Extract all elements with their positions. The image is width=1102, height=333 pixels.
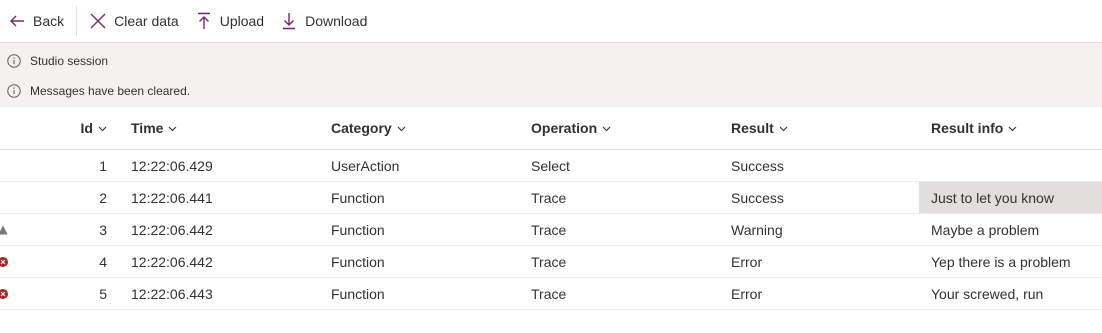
result-cell: Error [731,285,763,302]
result-info-cell-selected[interactable]: Just to let you know [919,182,1102,213]
chevron-down-icon [168,124,177,133]
result-info-cell[interactable]: Maybe a problem [919,214,1102,245]
back-button[interactable]: Back [0,0,72,43]
session-info-text: Studio session [30,54,109,68]
column-header-result-label: Result [731,120,774,136]
time-cell: 12:22:06.443 [131,285,213,302]
clear-data-button[interactable]: Clear data [81,0,187,43]
table-row[interactable]: 2 12:22:06.441 Function Trace Success Ju… [0,182,1102,214]
command-bar: Back Clear data Upload Download [0,0,1102,43]
time-cell: 12:22:06.442 [131,253,213,270]
column-header-time[interactable]: Time [131,107,177,149]
chevron-down-icon [397,124,406,133]
result-info-cell[interactable]: Your screwed, run [919,278,1102,309]
chevron-down-icon [98,124,107,133]
column-header-time-label: Time [131,120,164,136]
column-header-category[interactable]: Category [331,107,406,149]
table-row[interactable]: 5 12:22:06.443 Function Trace Error Your… [0,278,1102,310]
upload-icon [195,12,213,30]
id-cell: 2 [99,189,107,206]
result-info-cell[interactable]: Yep there is a problem [919,246,1102,277]
column-header-operation[interactable]: Operation [531,107,611,149]
id-cell: 5 [99,285,107,302]
arrow-left-icon [8,12,26,30]
id-cell: 4 [99,253,107,270]
category-cell: UserAction [331,157,400,174]
table-row[interactable]: 1 12:22:06.429 UserAction Select Success [0,150,1102,182]
table-row[interactable]: 4 12:22:06.442 Function Trace Error Yep … [0,246,1102,278]
time-cell: 12:22:06.429 [131,157,213,174]
result-cell: Success [731,189,784,206]
error-icon [0,288,8,299]
chevron-down-icon [779,124,788,133]
status-cell [0,150,14,181]
cleared-info: Messages have been cleared. [0,76,1102,106]
download-icon [280,12,298,30]
table-row[interactable]: 3 12:22:06.442 Function Trace Warning Ma… [0,214,1102,246]
column-header-result-info[interactable]: Result info [919,107,1102,149]
column-header-id[interactable]: Id [60,107,107,149]
column-header-operation-label: Operation [531,120,598,136]
upload-button[interactable]: Upload [187,0,272,43]
error-icon [0,256,8,267]
operation-cell: Trace [531,285,567,302]
session-info: Studio session [0,46,1102,76]
category-cell: Function [331,285,385,302]
warning-icon [0,225,8,235]
info-icon [7,84,21,98]
download-label: Download [305,13,368,29]
cleared-info-text: Messages have been cleared. [30,84,191,98]
time-cell: 12:22:06.442 [131,221,213,238]
status-cell [0,182,14,213]
status-cell [0,246,14,277]
chevron-down-icon [1008,124,1017,133]
category-cell: Function [331,253,385,270]
toolbar-divider [76,6,78,36]
status-cell [0,214,14,245]
result-cell: Success [731,157,784,174]
column-header-id-label: Id [80,120,93,136]
grid-header-row: Id Time Category Operation Result Result… [0,107,1102,150]
result-info-cell[interactable] [919,150,1102,181]
operation-cell: Trace [531,253,567,270]
column-header-result-info-label: Result info [931,120,1004,136]
info-icon [7,54,21,68]
operation-cell: Select [531,157,570,174]
operation-cell: Trace [531,189,567,206]
id-cell: 1 [99,157,107,174]
close-icon [89,12,107,30]
category-cell: Function [331,221,385,238]
category-cell: Function [331,189,385,206]
download-button[interactable]: Download [272,0,375,43]
clear-data-label: Clear data [114,13,179,29]
column-header-category-label: Category [331,120,392,136]
monitor-grid: Id Time Category Operation Result Result… [0,107,1102,310]
result-cell: Warning [731,221,783,238]
back-label: Back [33,13,65,29]
id-cell: 3 [99,221,107,238]
status-cell [0,278,14,309]
chevron-down-icon [602,124,611,133]
info-panel: Studio session Messages have been cleare… [0,43,1102,107]
upload-label: Upload [219,13,265,29]
time-cell: 12:22:06.441 [131,189,213,206]
operation-cell: Trace [531,221,567,238]
column-header-result[interactable]: Result [731,107,788,149]
result-cell: Error [731,253,763,270]
